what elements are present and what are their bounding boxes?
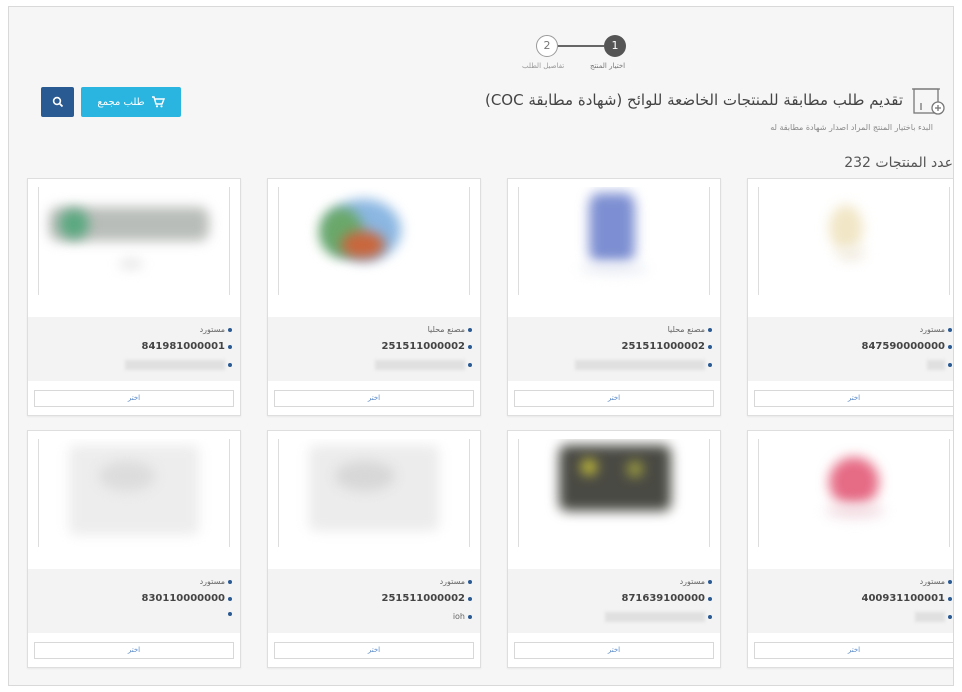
product-info: مستورد 841981000001 [28,317,240,381]
product-info: مصنع محليا 251511000002 [508,317,720,381]
product-info: مستورد 830110000000 [28,569,240,633]
product-card[interactable]: مستورد 251511000002 ioh اختر [267,430,481,668]
product-code: 251511000002 [382,341,472,352]
product-info: مستورد 251511000002 ioh [268,569,480,633]
product-card[interactable]: مستورد 847590000000 اختر [747,178,953,416]
page-title: تقديم طلب مطابقة للمنتجات الخاضعة للوائح… [484,91,903,109]
product-origin: مصنع محليا [668,325,712,334]
product-image [518,187,710,295]
stepper: 2 1 تفاصيل الطلب اختيار المنتج [522,29,644,79]
product-code: 400931100001 [862,593,952,604]
product-image [758,187,950,295]
product-image [278,187,470,295]
product-count: عدد المنتجات 232 [844,155,953,171]
page-frame: 2 1 تفاصيل الطلب اختيار المنتج طلب مجمع … [8,6,954,686]
product-code: 251511000002 [622,341,712,352]
search-button[interactable] [41,87,74,117]
product-name [605,612,712,622]
product-card[interactable]: مستورد 830110000000 اختر [27,430,241,668]
product-origin: مستورد [200,325,232,334]
page-subtitle: البدء باختيار المنتج المراد اصدار شهادة … [770,123,933,132]
select-product-button[interactable]: اختر [34,642,234,659]
product-origin: مستورد [920,325,952,334]
select-product-button[interactable]: اختر [514,390,714,407]
product-origin: مستورد [200,577,232,586]
page-header: تقديم طلب مطابقة للمنتجات الخاضعة للوائح… [485,83,947,117]
bulk-request-label: طلب مجمع [97,96,145,108]
product-name [228,612,232,616]
product-image [758,439,950,547]
product-name [125,360,232,370]
product-card[interactable]: مستورد 400931100001 اختر [747,430,953,668]
product-image [518,439,710,547]
select-product-button[interactable]: اختر [274,642,474,659]
search-icon [52,96,63,108]
product-origin: مستورد [680,577,712,586]
step-2-label: تفاصيل الطلب [522,62,565,70]
product-info: مصنع محليا 251511000002 [268,317,480,381]
select-product-button[interactable]: اختر [754,642,953,659]
product-code: 841981000001 [142,341,232,352]
product-card[interactable]: مستورد 841981000001 اختر [27,178,241,416]
cart-icon [151,96,165,108]
product-name [915,612,952,622]
step-2-circle[interactable]: 2 [536,35,558,57]
product-info: مستورد 400931100001 [748,569,953,633]
product-name: ioh [453,612,472,621]
select-product-button[interactable]: اختر [274,390,474,407]
product-name [927,360,952,370]
product-card[interactable]: مستورد 871639100000 اختر [507,430,721,668]
select-product-button[interactable]: اختر [514,642,714,659]
product-origin: مستورد [920,577,952,586]
product-code: 847590000000 [862,341,952,352]
step-1-label: اختيار المنتج [590,62,626,70]
product-code: 251511000002 [382,593,472,604]
select-product-button[interactable]: اختر [754,390,953,407]
step-connector [558,45,604,47]
product-image [38,187,230,295]
product-code: 830110000000 [142,593,232,604]
product-card[interactable]: مصنع محليا 251511000002 اختر [267,178,481,416]
product-name [575,360,712,370]
product-info: مستورد 871639100000 [508,569,720,633]
product-code: 871639100000 [622,593,712,604]
product-origin: مصنع محليا [428,325,472,334]
select-product-button[interactable]: اختر [34,390,234,407]
document-add-icon [912,88,945,115]
bulk-request-button[interactable]: طلب مجمع [81,87,181,117]
product-image [278,439,470,547]
step-1-circle[interactable]: 1 [604,35,626,57]
product-name [375,360,472,370]
product-image [38,439,230,547]
product-origin: مستورد [440,577,472,586]
product-info: مستورد 847590000000 [748,317,953,381]
product-card[interactable]: مصنع محليا 251511000002 اختر [507,178,721,416]
